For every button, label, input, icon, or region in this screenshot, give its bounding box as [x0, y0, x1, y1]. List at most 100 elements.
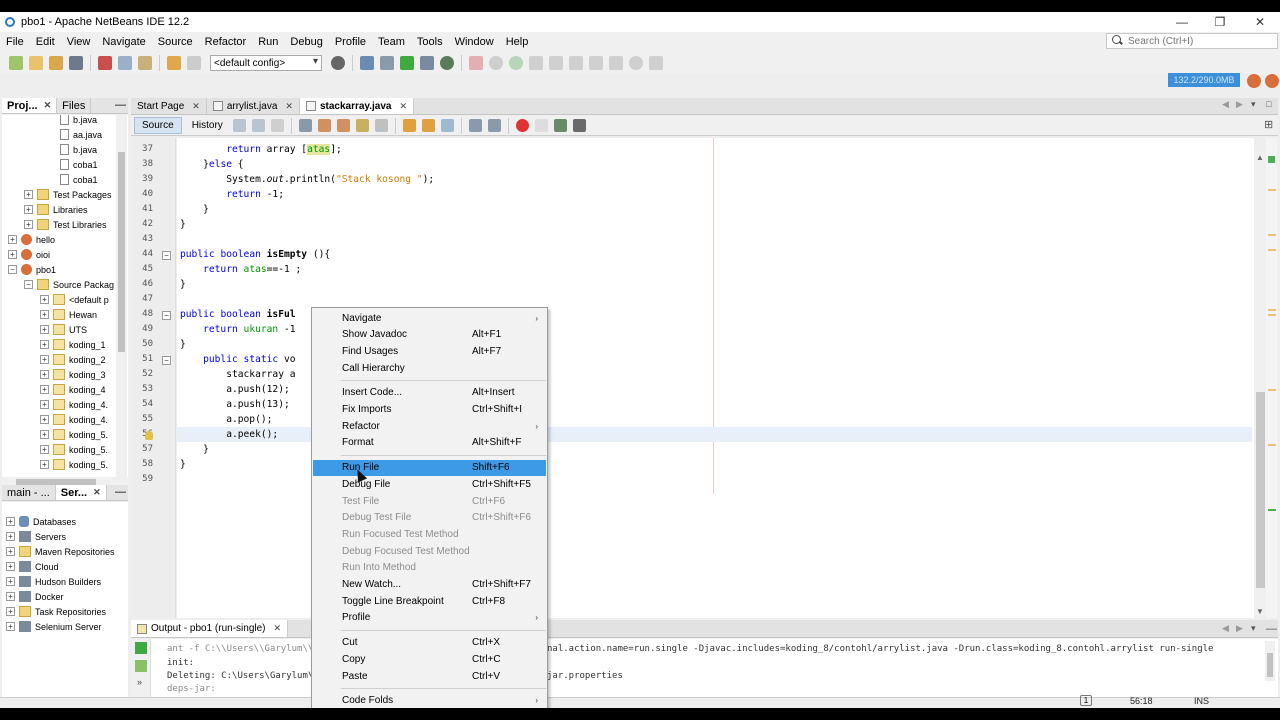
- context-menu-item[interactable]: Fix Imports Ctrl+Shift+I: [313, 402, 546, 418]
- pause-io-icon[interactable]: [649, 56, 663, 70]
- expand-toggle-icon[interactable]: +: [40, 385, 49, 394]
- tab-navigator[interactable]: main - ...: [2, 485, 56, 500]
- menu-tools[interactable]: Tools: [411, 36, 449, 48]
- continue-icon[interactable]: [509, 56, 523, 70]
- history-view-button[interactable]: History: [185, 118, 230, 133]
- debug-icon[interactable]: [420, 56, 434, 70]
- redo-icon[interactable]: [187, 56, 201, 70]
- maximize-editor-icon[interactable]: □: [1266, 99, 1271, 109]
- expand-toggle-icon[interactable]: +: [40, 460, 49, 469]
- step-over-icon[interactable]: [529, 56, 543, 70]
- service-item[interactable]: + Servers: [6, 529, 66, 544]
- menu-team[interactable]: Team: [372, 36, 411, 48]
- close-icon[interactable]: ✕: [93, 487, 101, 498]
- expand-toggle-icon[interactable]: +: [40, 295, 49, 304]
- tree-item[interactable]: − Source Packag: [24, 277, 114, 292]
- expand-toggle-icon[interactable]: +: [40, 340, 49, 349]
- editor-scroll-thumb[interactable]: [1256, 392, 1265, 588]
- context-menu-item[interactable]: New Watch... Ctrl+Shift+F7: [313, 577, 546, 593]
- next-bookmark-icon[interactable]: [421, 119, 435, 132]
- find-next-icon[interactable]: [336, 119, 350, 132]
- expand-toggle-icon[interactable]: +: [8, 250, 17, 259]
- close-icon[interactable]: ✕: [192, 101, 200, 112]
- tree-item[interactable]: coba1: [60, 157, 98, 172]
- config-select[interactable]: <default config>: [210, 55, 322, 71]
- tab-stackarray[interactable]: stackarray.java ✕: [299, 98, 415, 114]
- expand-toggle-icon[interactable]: +: [40, 325, 49, 334]
- start-macro-icon[interactable]: [515, 119, 529, 132]
- build-icon[interactable]: [360, 56, 374, 70]
- menu-file[interactable]: File: [0, 36, 30, 48]
- output-console[interactable]: » ant -f C:\\Users\\Garylum\\ init: Dele…: [131, 639, 1278, 697]
- context-menu-item[interactable]: Toggle Line Breakpoint Ctrl+F8: [313, 593, 546, 609]
- tree-item[interactable]: + oioi: [8, 247, 50, 262]
- source-view-button[interactable]: Source: [134, 117, 182, 134]
- open-project-icon[interactable]: [49, 56, 63, 70]
- tab-start-page[interactable]: Start Page ✕: [131, 98, 207, 114]
- save-all-icon[interactable]: [69, 56, 83, 70]
- step-out-icon[interactable]: [569, 56, 583, 70]
- menu-refactor[interactable]: Refactor: [199, 36, 253, 48]
- menu-view[interactable]: View: [61, 36, 97, 48]
- tab-output[interactable]: Output - pbo1 (run-single) ✕: [131, 620, 289, 637]
- expand-toggle-icon[interactable]: −: [8, 265, 17, 274]
- memory-indicator[interactable]: 132.2/290.0MB: [1168, 73, 1240, 87]
- tree-item[interactable]: + koding_5.: [40, 457, 108, 472]
- run-icon[interactable]: [400, 56, 414, 70]
- context-menu-item[interactable]: Refactor ›: [313, 418, 546, 434]
- shift-left-icon[interactable]: [468, 119, 482, 132]
- stripe-mark[interactable]: [1268, 309, 1276, 311]
- scroll-tabs-right-icon[interactable]: ▶: [1236, 623, 1243, 634]
- expand-toggle-icon[interactable]: +: [40, 415, 49, 424]
- clean-build-icon[interactable]: [380, 56, 394, 70]
- scroll-tabs-left-icon[interactable]: ◀: [1222, 623, 1229, 634]
- error-stripe[interactable]: [1266, 138, 1277, 618]
- tree-item[interactable]: + koding_5.: [40, 427, 108, 442]
- show-opened-docs-icon[interactable]: ▾: [1251, 99, 1256, 110]
- stripe-mark[interactable]: [1268, 189, 1276, 191]
- tab-services[interactable]: Ser... ✕: [55, 485, 107, 500]
- menu-navigate[interactable]: Navigate: [96, 36, 151, 48]
- expand-toggle-icon[interactable]: +: [6, 577, 15, 586]
- tree-item[interactable]: + UTS: [40, 322, 87, 337]
- scroll-up-icon[interactable]: ▲: [1256, 153, 1264, 162]
- set-project-config-icon[interactable]: [331, 56, 345, 70]
- comment-icon[interactable]: [553, 119, 567, 132]
- previous-bookmark-icon[interactable]: [402, 119, 416, 132]
- find-icon[interactable]: [298, 119, 312, 132]
- expand-toggle-icon[interactable]: +: [40, 400, 49, 409]
- scroll-tabs-right-icon[interactable]: ▶: [1236, 99, 1243, 110]
- notifications-icon[interactable]: 1: [1080, 695, 1092, 706]
- context-menu-item[interactable]: Paste Ctrl+V: [313, 668, 546, 684]
- service-item[interactable]: + Task Repositories: [6, 604, 106, 619]
- expand-toggle-icon[interactable]: +: [8, 235, 17, 244]
- context-menu-item[interactable]: Copy Ctrl+C: [313, 651, 546, 667]
- copy-icon[interactable]: [118, 56, 132, 70]
- expand-toggle-icon[interactable]: +: [24, 205, 33, 214]
- step-into-icon[interactable]: [549, 56, 563, 70]
- menu-run[interactable]: Run: [252, 36, 284, 48]
- tree-item[interactable]: + hello: [8, 232, 55, 247]
- service-item[interactable]: + Cloud: [6, 559, 59, 574]
- tree-item[interactable]: + <default p: [40, 292, 109, 307]
- stripe-mark[interactable]: [1268, 444, 1276, 446]
- minimize-panel-button[interactable]: —: [115, 99, 126, 111]
- context-menu-item[interactable]: Call Hierarchy: [313, 360, 546, 376]
- tree-item[interactable]: + Test Libraries: [24, 217, 107, 232]
- fold-toggle-icon[interactable]: −: [162, 311, 171, 320]
- tree-item[interactable]: + Test Packages: [24, 187, 112, 202]
- toggle-highlight-icon[interactable]: [355, 119, 369, 132]
- expand-toggle-icon[interactable]: +: [40, 370, 49, 379]
- context-menu-item[interactable]: Navigate ›: [313, 310, 546, 326]
- expand-toggle-icon[interactable]: +: [40, 445, 49, 454]
- profile-ide-icon[interactable]: [1265, 74, 1279, 88]
- context-menu-item[interactable]: Find Usages Alt+F7: [313, 343, 546, 359]
- expand-toggle-icon[interactable]: +: [6, 607, 15, 616]
- tree-item[interactable]: − pbo1: [8, 262, 56, 277]
- context-menu-item[interactable]: Debug File Ctrl+Shift+F5: [313, 476, 546, 492]
- menu-help[interactable]: Help: [500, 36, 535, 48]
- menu-source[interactable]: Source: [152, 36, 199, 48]
- toggle-bookmark-icon[interactable]: [440, 119, 454, 132]
- expand-toggle-icon[interactable]: +: [24, 220, 33, 229]
- tree-item[interactable]: b.java: [60, 142, 97, 157]
